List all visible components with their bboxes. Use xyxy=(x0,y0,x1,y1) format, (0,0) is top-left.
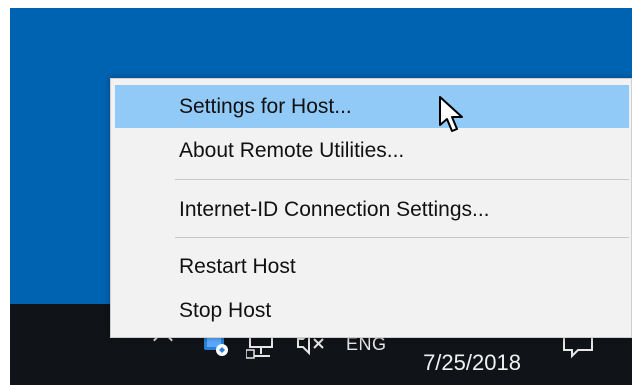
menu-item-settings-for-host[interactable]: Settings for Host... xyxy=(115,85,629,128)
menu-separator xyxy=(175,237,629,238)
menu-item-internet-id-settings[interactable]: Internet-ID Connection Settings... xyxy=(115,188,629,231)
menu-item-about[interactable]: About Remote Utilities... xyxy=(115,129,629,172)
context-menu: Settings for Host... About Remote Utilit… xyxy=(110,78,632,338)
menu-separator xyxy=(175,179,629,180)
menu-item-stop-host[interactable]: Stop Host xyxy=(115,289,629,332)
mouse-cursor-icon xyxy=(439,96,463,132)
menu-item-restart-host[interactable]: Restart Host xyxy=(115,245,629,288)
clock-date[interactable]: 7/25/2018 xyxy=(412,350,532,376)
